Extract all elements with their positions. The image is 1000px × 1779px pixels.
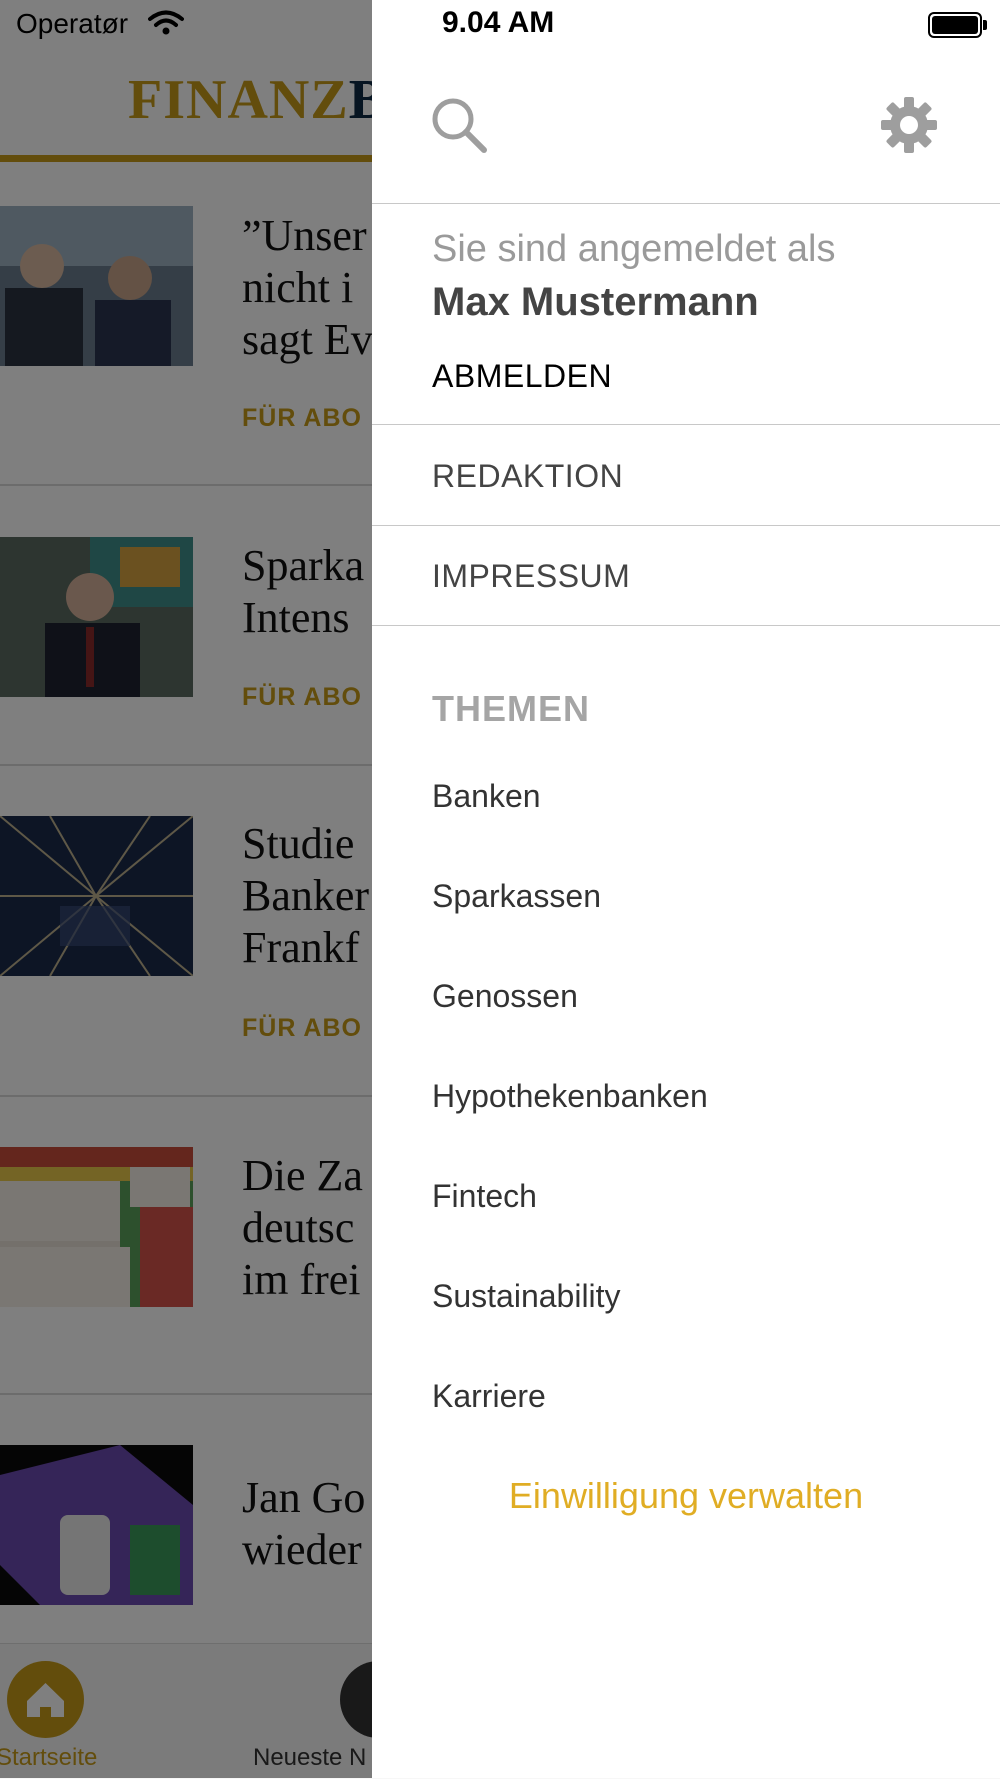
logout-button[interactable]: ABMELDEN bbox=[432, 358, 612, 395]
drawer-divider bbox=[372, 525, 1000, 526]
gear-icon[interactable] bbox=[880, 96, 938, 159]
drawer-backdrop[interactable] bbox=[0, 0, 372, 1778]
topic-hypothekenbanken[interactable]: Hypothekenbanken bbox=[432, 1078, 708, 1115]
battery-icon bbox=[928, 12, 987, 38]
drawer-divider bbox=[372, 203, 1000, 204]
status-time: 9.04 AM bbox=[442, 6, 555, 39]
menu-item-impressum[interactable]: IMPRESSUM bbox=[432, 558, 630, 595]
drawer-divider bbox=[372, 424, 1000, 425]
topic-fintech[interactable]: Fintech bbox=[432, 1178, 537, 1215]
consent-link[interactable]: Einwilligung verwalten bbox=[372, 1475, 1000, 1517]
topic-banken[interactable]: Banken bbox=[432, 778, 541, 815]
topic-karriere[interactable]: Karriere bbox=[432, 1378, 546, 1415]
topic-sustainability[interactable]: Sustainability bbox=[432, 1278, 621, 1315]
drawer-divider bbox=[372, 625, 1000, 626]
side-drawer: 9.04 AM Sie sind angemeldet als Max Must… bbox=[372, 0, 1000, 1778]
topic-genossen[interactable]: Genossen bbox=[432, 978, 578, 1015]
menu-item-redaktion[interactable]: REDAKTION bbox=[432, 458, 623, 495]
logged-in-label: Sie sind angemeldet als bbox=[432, 228, 836, 270]
topic-sparkassen[interactable]: Sparkassen bbox=[432, 878, 601, 915]
themes-heading: THEMEN bbox=[432, 688, 590, 729]
search-icon[interactable] bbox=[430, 96, 488, 159]
user-name: Max Mustermann bbox=[432, 280, 759, 324]
